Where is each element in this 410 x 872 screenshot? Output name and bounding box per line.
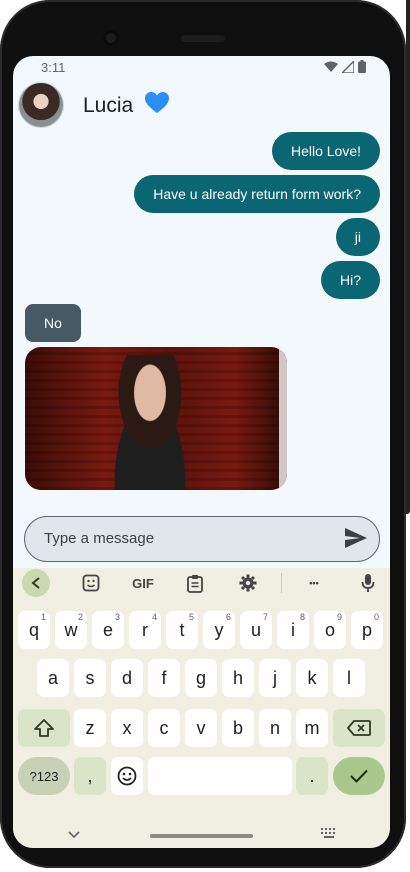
gif-edge <box>279 347 287 490</box>
hide-keyboard-icon[interactable] <box>68 826 80 844</box>
status-time: 3:11 <box>41 60 66 75</box>
key-q[interactable]: q1 <box>18 611 50 649</box>
key-row-3: z x c v b n m <box>13 709 390 747</box>
contact-name-row[interactable]: Lucia <box>83 92 170 120</box>
key-r[interactable]: r4 <box>129 611 161 649</box>
key-label: e <box>102 619 113 640</box>
key-row-4: ?123 , . <box>13 757 390 795</box>
key-label: w <box>64 619 78 640</box>
key-k[interactable]: k <box>296 659 328 697</box>
wifi-icon <box>324 60 338 78</box>
front-camera <box>103 30 119 46</box>
key-row-2: a s d f g h j k l <box>13 659 390 697</box>
battery-icon <box>358 60 366 78</box>
status-icons <box>324 59 366 78</box>
period-key[interactable]: . <box>296 757 328 795</box>
key-x[interactable]: x <box>111 709 143 747</box>
gif-subject <box>95 355 205 490</box>
key-hint: 0 <box>373 612 379 622</box>
key-j[interactable]: j <box>259 659 291 697</box>
incoming-message[interactable]: No <box>25 304 81 342</box>
key-i[interactable]: i8 <box>277 611 309 649</box>
key-n[interactable]: n <box>259 709 291 747</box>
key-label: t <box>179 619 185 640</box>
phone-frame: 3:11 Lucia Hello Love! Have u already re… <box>0 0 410 868</box>
phone-side-edge <box>406 0 410 514</box>
app-screen: 3:11 Lucia Hello Love! Have u already re… <box>13 56 390 848</box>
key-hint: 2 <box>77 612 83 622</box>
key-o[interactable]: o9 <box>314 611 346 649</box>
heart-icon <box>145 92 170 120</box>
key-b[interactable]: b <box>222 709 254 747</box>
soft-keyboard: GIF ••• q1 w2 e3 r4 t5 y6 u 7 i 8 o 9 p … <box>13 568 390 848</box>
navigation-bar <box>13 818 390 848</box>
key-label: q <box>28 619 39 640</box>
key-label: i <box>291 619 295 640</box>
key-f[interactable]: f <box>148 659 180 697</box>
key-label: u <box>250 619 261 640</box>
comma-key[interactable]: , <box>74 757 106 795</box>
key-p[interactable]: p0 <box>351 611 383 649</box>
key-u[interactable]: u7 <box>240 611 272 649</box>
key-label: p <box>361 619 372 640</box>
message-input[interactable]: Type a message <box>44 530 154 547</box>
chat-header: Lucia <box>13 80 390 136</box>
key-l[interactable]: l <box>333 659 365 697</box>
check-icon[interactable] <box>333 757 385 795</box>
toolbar-divider <box>281 573 282 593</box>
key-label: y <box>214 619 224 640</box>
status-bar: 3:11 <box>13 56 390 80</box>
more-icon[interactable]: ••• <box>302 571 326 595</box>
space-key[interactable] <box>148 757 292 795</box>
home-indicator[interactable] <box>150 834 253 838</box>
outgoing-message[interactable]: Hi? <box>320 261 380 299</box>
key-s[interactable]: s <box>74 659 106 697</box>
mic-icon[interactable] <box>356 571 380 595</box>
key-hint: 6 <box>225 612 231 622</box>
emoji-icon[interactable] <box>111 757 143 795</box>
back-chevron-icon[interactable] <box>22 569 50 597</box>
key-hint: 8 <box>299 612 305 622</box>
incoming-gif-message[interactable] <box>25 347 287 490</box>
key-row-1: q1 w2 e3 r4 t5 y6 u7 i8 o9 p0 <box>13 611 390 649</box>
contact-name: Lucia <box>83 94 134 117</box>
key-h[interactable]: h <box>222 659 254 697</box>
earpiece-speaker <box>181 35 225 42</box>
send-icon[interactable] <box>345 528 369 550</box>
outgoing-message[interactable]: Have u already return form work? <box>134 175 380 213</box>
key-hint: 4 <box>151 612 157 622</box>
key-e[interactable]: e3 <box>92 611 124 649</box>
gif-button[interactable]: GIF <box>127 571 159 595</box>
key-hint: 9 <box>336 612 342 622</box>
key-t[interactable]: t5 <box>166 611 198 649</box>
key-a[interactable]: a <box>37 659 69 697</box>
shift-icon[interactable] <box>18 709 70 747</box>
key-hint: 7 <box>262 612 268 622</box>
key-v[interactable]: v <box>185 709 217 747</box>
keyboard-switch-icon[interactable] <box>321 825 337 843</box>
outgoing-message[interactable]: Hello Love! <box>271 132 380 170</box>
contact-avatar[interactable] <box>19 83 63 127</box>
key-label: r <box>142 619 148 640</box>
signal-icon <box>340 59 355 78</box>
key-label: o <box>324 619 335 640</box>
key-z[interactable]: z <box>74 709 106 747</box>
key-g[interactable]: g <box>185 659 217 697</box>
clipboard-icon[interactable] <box>183 571 207 595</box>
message-composer[interactable]: Type a message <box>24 516 380 562</box>
key-w[interactable]: w2 <box>55 611 87 649</box>
outgoing-message[interactable]: ji <box>335 218 380 256</box>
backspace-icon[interactable] <box>333 709 385 747</box>
key-hint: 5 <box>188 612 194 622</box>
gear-icon[interactable] <box>236 571 260 595</box>
key-y[interactable]: y6 <box>203 611 235 649</box>
keyboard-toolbar: GIF ••• <box>13 568 390 598</box>
sticker-icon[interactable] <box>79 571 103 595</box>
symbols-key[interactable]: ?123 <box>18 757 70 795</box>
key-m[interactable]: m <box>296 709 328 747</box>
key-hint: 1 <box>40 612 46 622</box>
key-d[interactable]: d <box>111 659 143 697</box>
key-c[interactable]: c <box>148 709 180 747</box>
key-hint: 3 <box>114 612 120 622</box>
